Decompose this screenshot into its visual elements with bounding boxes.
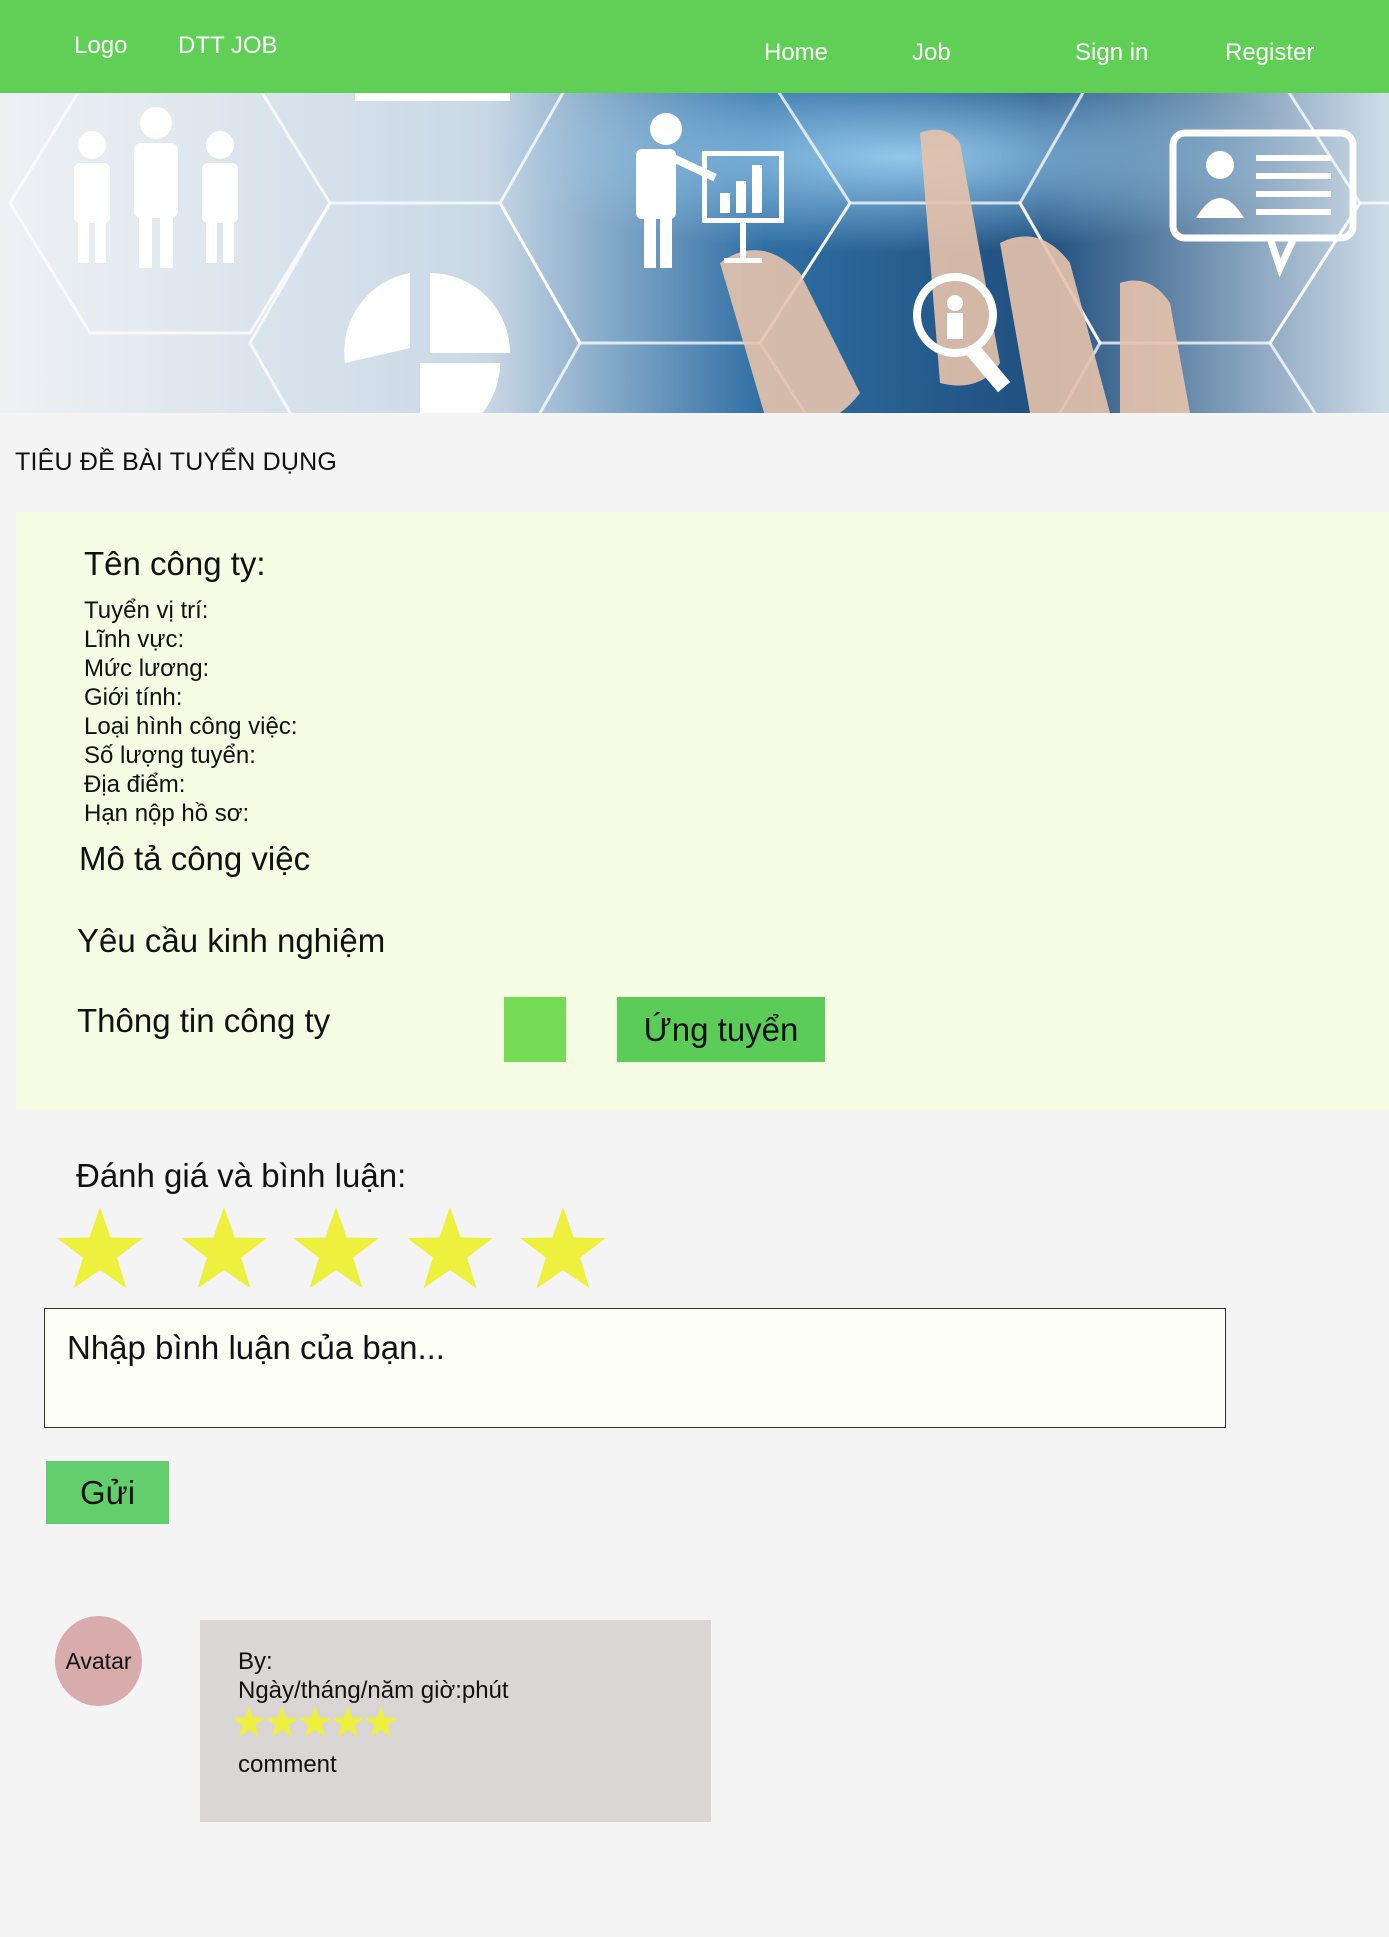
job-description-heading: Mô tả công việc <box>79 840 311 877</box>
rating-star-1[interactable] <box>57 1207 143 1289</box>
comment-text: comment <box>238 1751 337 1778</box>
comment-author: By: <box>238 1648 273 1675</box>
rating-star-2[interactable] <box>181 1207 267 1289</box>
field-job-type: Loại hình công việc: <box>84 713 298 740</box>
field-location: Địa điểm: <box>84 771 186 798</box>
field-position: Tuyển vị trí: <box>84 597 209 624</box>
rating-star-input <box>56 1205 616 1293</box>
apply-button[interactable]: Ứng tuyển <box>617 997 825 1062</box>
field-deadline: Hạn nộp hồ sơ: <box>84 800 250 827</box>
job-fields-list: Tuyển vị trí: Lĩnh vực: Mức lương: Giới … <box>84 596 297 828</box>
hero-illustration <box>0 93 1389 413</box>
nav-link-register[interactable]: Register <box>1225 39 1314 67</box>
logo[interactable]: Logo <box>74 32 127 60</box>
comment-datetime: Ngày/tháng/năm giờ:phút <box>238 1677 509 1704</box>
avatar-label: Avatar <box>65 1647 132 1674</box>
send-comment-button[interactable]: Gửi <box>46 1461 169 1524</box>
nav-link-sign-in[interactable]: Sign in <box>1075 39 1148 67</box>
field-gender: Giới tính: <box>84 684 183 711</box>
rating-star-4[interactable] <box>407 1207 493 1289</box>
comment-star-2 <box>265 1706 299 1737</box>
comment-rating-stars <box>232 1706 398 1737</box>
review-heading: Đánh giá và bình luận: <box>76 1157 407 1194</box>
company-info-toggle[interactable] <box>504 997 566 1062</box>
rating-star-3[interactable] <box>293 1207 379 1289</box>
field-quantity: Số lượng tuyển: <box>84 742 256 769</box>
comment-star-5 <box>364 1706 398 1737</box>
comment-input[interactable] <box>44 1308 1226 1428</box>
comment-star-3 <box>298 1706 332 1737</box>
avatar: Avatar <box>55 1616 142 1706</box>
hero-banner <box>0 93 1389 413</box>
rating-stars <box>57 1207 606 1289</box>
company-name-label: Tên công ty: <box>84 545 266 582</box>
top-navbar: Logo DTT JOB Home Job Sign in Register <box>0 0 1389 93</box>
comment-rating <box>232 1705 402 1739</box>
brand-name[interactable]: DTT JOB <box>178 32 278 60</box>
rating-star-5[interactable] <box>520 1207 606 1289</box>
company-info-heading: Thông tin công ty <box>77 1002 331 1039</box>
comment-star-4 <box>331 1706 365 1737</box>
field-industry: Lĩnh vực: <box>84 626 185 653</box>
job-post-title: TIÊU ĐỀ BÀI TUYỂN DỤNG <box>15 448 338 476</box>
field-salary: Mức lương: <box>84 655 210 682</box>
nav-link-job[interactable]: Job <box>912 39 951 67</box>
nav-link-home[interactable]: Home <box>764 39 828 67</box>
experience-requirement-heading: Yêu cầu kinh nghiệm <box>77 922 386 959</box>
comment-star-1 <box>232 1706 266 1737</box>
